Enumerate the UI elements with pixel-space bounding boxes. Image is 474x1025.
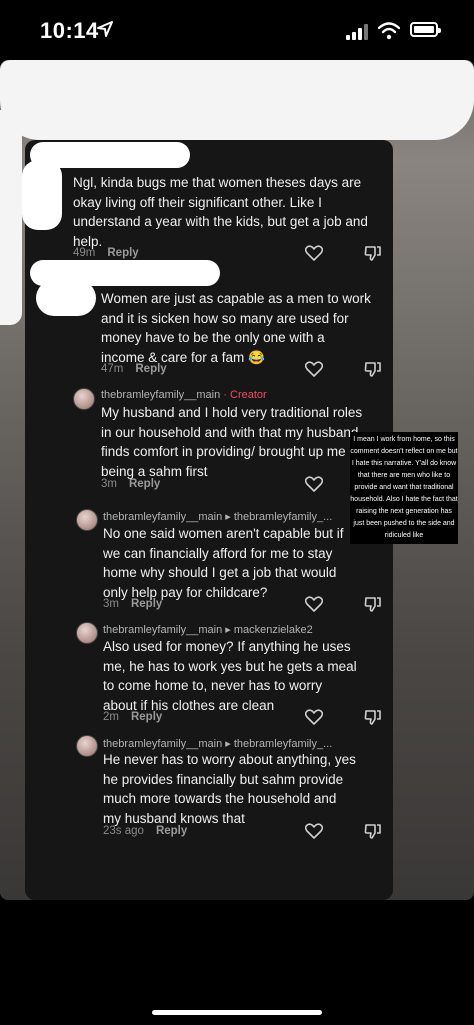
avatar[interactable] xyxy=(76,509,98,531)
comment-text: Also used for money? If anything he uses… xyxy=(103,639,357,713)
reply-button[interactable]: Reply xyxy=(107,247,138,259)
heart-icon[interactable] xyxy=(305,476,323,492)
comment: He never has to worry about anything, ye… xyxy=(103,750,358,828)
home-indicator[interactable] xyxy=(152,1010,322,1015)
comment-meta: 23s ago Reply xyxy=(103,825,187,837)
overlay-note: I mean I work from home, so this comment… xyxy=(350,432,458,544)
comment-meta: 49m Reply xyxy=(73,247,139,259)
comment: Also used for money? If anything he uses… xyxy=(103,637,358,715)
comment-time: 23s ago xyxy=(103,825,144,837)
comment-username[interactable]: thebramleyfamily__main ▸ mackenzielake2 xyxy=(103,623,313,636)
comment: My husband and I hold very traditional r… xyxy=(101,403,371,481)
comment-meta: 2m Reply xyxy=(103,711,162,723)
comment-meta: 3m Reply xyxy=(101,478,160,490)
heart-icon[interactable] xyxy=(305,709,323,725)
comment-text: Women are just as capable as a men to wo… xyxy=(101,291,371,365)
comment: Ngl, kinda bugs me that women theses day… xyxy=(73,173,378,251)
dislike-icon[interactable] xyxy=(364,596,382,612)
redaction-scribble xyxy=(36,280,96,316)
dislike-icon[interactable] xyxy=(364,361,382,377)
status-time: 10:14 xyxy=(40,18,99,43)
reply-button[interactable]: Reply xyxy=(131,598,162,610)
heart-icon[interactable] xyxy=(305,245,323,261)
avatar[interactable] xyxy=(76,622,98,644)
comment-time: 3m xyxy=(101,478,117,490)
heart-icon[interactable] xyxy=(305,361,323,377)
reply-button[interactable]: Reply xyxy=(131,711,162,723)
dislike-icon[interactable] xyxy=(364,709,382,725)
heart-icon[interactable] xyxy=(305,823,323,839)
battery-icon xyxy=(410,22,441,37)
comment-username[interactable]: thebramleyfamily__main ▸ thebramleyfamil… xyxy=(103,737,332,750)
comment-meta: 3m Reply xyxy=(103,598,162,610)
location-arrow-icon xyxy=(97,21,113,37)
comment-username[interactable]: thebramleyfamily__main · Creator xyxy=(101,389,267,401)
avatar[interactable] xyxy=(73,388,95,410)
avatar[interactable] xyxy=(76,735,98,757)
comment-time: 3m xyxy=(103,598,119,610)
dislike-icon[interactable] xyxy=(364,245,382,261)
comment-username[interactable]: thebramleyfamily__main ▸ thebramleyfamil… xyxy=(103,510,332,523)
signal-icon xyxy=(346,24,368,40)
redaction-scribble xyxy=(22,160,62,230)
reply-button[interactable]: Reply xyxy=(129,478,160,490)
username-text: thebramleyfamily__main xyxy=(101,389,221,401)
reply-button[interactable]: Reply xyxy=(135,363,166,375)
status-bar: 10:14 xyxy=(0,0,474,60)
comment-text: My husband and I hold very traditional r… xyxy=(101,405,363,479)
dislike-icon[interactable] xyxy=(364,823,382,839)
reply-button[interactable]: Reply xyxy=(156,825,187,837)
heart-icon[interactable] xyxy=(305,596,323,612)
redaction-bar xyxy=(0,60,474,140)
comment-time: 47m xyxy=(101,363,124,375)
comment-text: No one said women aren't capable but if … xyxy=(103,526,344,600)
comment-time: 49m xyxy=(73,247,96,259)
comment-time: 2m xyxy=(103,711,119,723)
comment-text: He never has to worry about anything, ye… xyxy=(103,752,356,826)
wifi-icon xyxy=(378,22,400,40)
comment-meta: 47m Reply xyxy=(101,363,167,375)
creator-badge: · Creator xyxy=(220,389,267,401)
comment: Women are just as capable as a men to wo… xyxy=(101,289,371,367)
comment-text: Ngl, kinda bugs me that women theses day… xyxy=(73,175,368,249)
redaction-bar xyxy=(0,110,22,325)
comment: No one said women aren't capable but if … xyxy=(103,524,358,602)
